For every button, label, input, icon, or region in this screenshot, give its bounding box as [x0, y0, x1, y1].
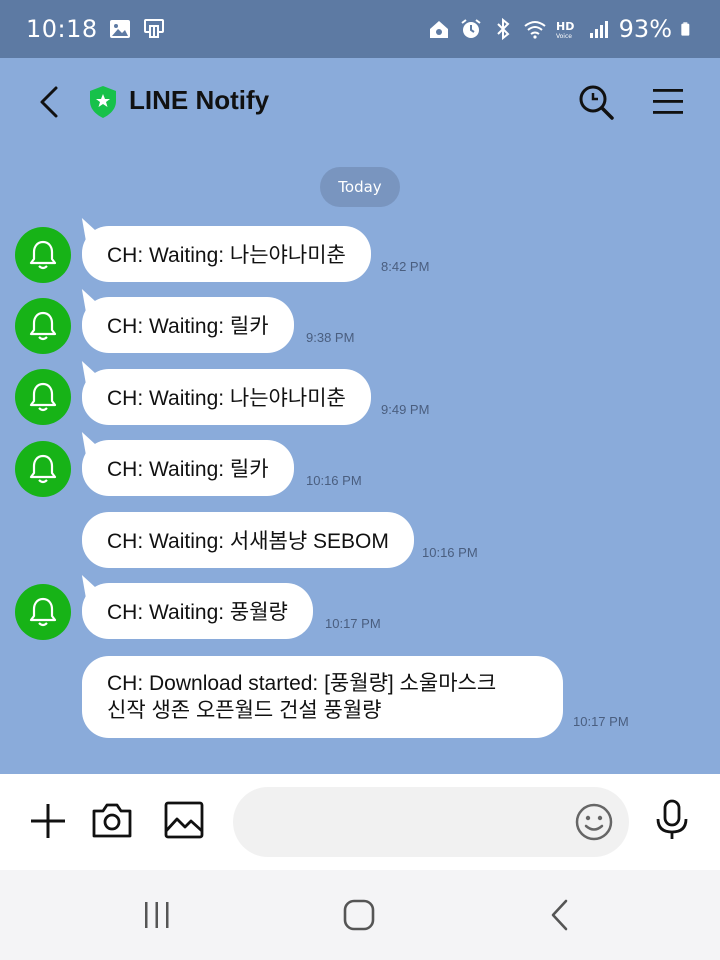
camera-icon[interactable]: [90, 800, 134, 840]
svg-text:Voice: Voice: [556, 33, 572, 40]
message-bubble[interactable]: CH: Waiting: 릴카: [82, 297, 294, 353]
message-time: 9:38 PM: [306, 330, 355, 345]
chat-header: LINE Notify: [0, 58, 720, 146]
message-bubble[interactable]: CH: Waiting: 서새봄냥 SEBOM: [82, 512, 414, 568]
chat-title: LINE Notify: [129, 85, 270, 115]
notify-avatar[interactable]: [15, 227, 71, 283]
cast-icon: [143, 19, 164, 38]
recent-apps-icon[interactable]: [142, 900, 172, 930]
status-time: 10:18: [26, 15, 98, 43]
notify-avatar[interactable]: [15, 298, 71, 354]
gallery-icon: [109, 20, 130, 38]
message-bubble[interactable]: CH: Download started: [풍월량] 소울마스크 신작 생존 …: [82, 656, 563, 738]
menu-icon[interactable]: [650, 84, 686, 120]
message-text-line: 신작 생존 오픈월드 건설 풍월량: [107, 699, 382, 722]
wifi-icon: [524, 21, 546, 39]
date-separator: Today: [320, 167, 400, 207]
message-text: CH: Waiting: 서새봄냥 SEBOM: [107, 530, 389, 553]
message-text: CH: Waiting: 나는야나미춘: [107, 244, 346, 267]
plus-icon[interactable]: [28, 801, 68, 841]
home-icon[interactable]: [342, 898, 376, 932]
input-bar: [0, 774, 720, 870]
message-bubble[interactable]: CH: Waiting: 릴카: [82, 440, 294, 496]
notify-avatar[interactable]: [15, 584, 71, 640]
message-text: CH: Waiting: 릴카: [107, 458, 269, 481]
bell-icon: [29, 382, 57, 412]
bell-icon: [29, 597, 57, 627]
message-time: 10:17 PM: [325, 616, 381, 631]
home-sync-icon: [429, 21, 448, 38]
message-time: 9:49 PM: [381, 402, 430, 417]
hd-voice-icon: HD Voice: [556, 20, 574, 40]
message-text-line: CH: Download started: [풍월량] 소울마스크: [107, 672, 497, 695]
battery-percentage: 93%: [618, 15, 672, 43]
message-time: 10:17 PM: [573, 714, 629, 729]
signal-icon: [589, 21, 608, 38]
notify-avatar[interactable]: [15, 369, 71, 425]
message-time: 8:42 PM: [381, 259, 430, 274]
system-nav-bar: [0, 870, 720, 960]
image-icon[interactable]: [163, 799, 205, 841]
battery-icon: [681, 22, 690, 36]
message-time: 10:16 PM: [306, 473, 362, 488]
message-text: CH: Waiting: 릴카: [107, 315, 269, 338]
bell-icon: [29, 240, 57, 270]
bell-icon: [29, 311, 57, 341]
back-icon[interactable]: [32, 82, 68, 122]
message-text: CH: Waiting: 나는야나미춘: [107, 387, 346, 410]
notify-avatar[interactable]: [15, 441, 71, 497]
svg-text:HD: HD: [556, 20, 574, 33]
message-time: 10:16 PM: [422, 545, 478, 560]
message-bubble[interactable]: CH: Waiting: 풍월량: [82, 583, 313, 639]
bluetooth-icon: [496, 17, 510, 41]
message-input[interactable]: [233, 787, 629, 857]
search-icon[interactable]: [576, 82, 616, 122]
emoji-icon[interactable]: [574, 802, 614, 842]
bell-icon: [29, 454, 57, 484]
status-bar: 10:18 HD Voice 93%: [0, 0, 720, 58]
message-bubble[interactable]: CH: Waiting: 나는야나미춘: [82, 369, 371, 425]
message-bubble[interactable]: CH: Waiting: 나는야나미춘: [82, 226, 371, 282]
alarm-icon: [461, 19, 481, 38]
shield-star-icon: [90, 86, 116, 118]
microphone-icon[interactable]: [654, 798, 690, 842]
message-text: CH: Waiting: 풍월량: [107, 601, 288, 624]
back-nav-icon[interactable]: [548, 898, 572, 932]
